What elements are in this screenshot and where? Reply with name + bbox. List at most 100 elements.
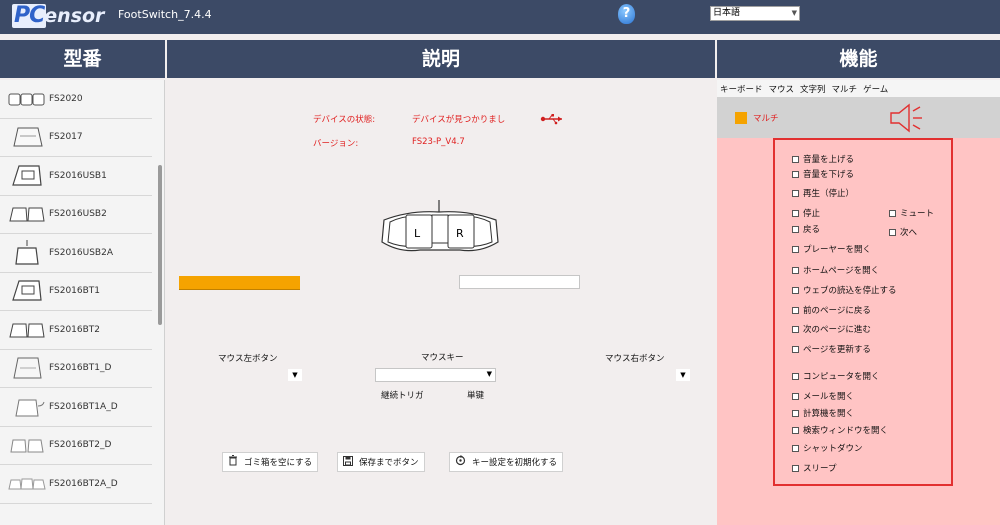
- checkbox[interactable]: [792, 372, 799, 380]
- speaker-icon: [889, 102, 925, 137]
- option-sleep[interactable]: スリープ: [792, 462, 837, 474]
- checkbox[interactable]: [792, 409, 799, 417]
- checkbox[interactable]: [792, 464, 799, 472]
- option-label: プレーヤーを開く: [803, 245, 872, 255]
- option-prev-page[interactable]: 前のページに戻る: [792, 304, 871, 316]
- checkbox[interactable]: [792, 155, 799, 163]
- option-label: スリープ: [803, 464, 837, 474]
- pedal-illustration: L R: [380, 198, 502, 261]
- trash-icon: [228, 455, 238, 469]
- option-back[interactable]: 戻る: [792, 223, 820, 235]
- tab-text[interactable]: 文字列: [800, 83, 826, 95]
- checkbox[interactable]: [792, 345, 799, 353]
- left-pedal-indicator: [179, 276, 300, 290]
- pedal-left-letter: L: [414, 227, 421, 240]
- right-mapping-label: マウス右ボタン: [605, 354, 665, 364]
- save-button[interactable]: 保存までボタン: [337, 452, 425, 472]
- reset-icon: [455, 455, 466, 469]
- option-next[interactable]: 次へ: [889, 226, 917, 238]
- help-icon[interactable]: ?: [618, 4, 635, 24]
- option-stop[interactable]: 停止: [792, 207, 820, 219]
- model-item-fs2017[interactable]: FS2017: [0, 119, 152, 157]
- title-bar: PC ensor FootSwitch_7.4.4 ? 日本語 ▼: [0, 0, 1000, 34]
- option-volume-up[interactable]: 音量を上げる: [792, 153, 854, 165]
- checkbox[interactable]: [792, 306, 799, 314]
- model-header: 型番: [0, 40, 165, 78]
- model-item-fs2016bt2[interactable]: FS2016BT2: [0, 311, 152, 350]
- reset-keys-button[interactable]: キー設定を初期化する: [449, 452, 564, 472]
- tab-multi[interactable]: マルチ: [832, 83, 858, 95]
- option-open-computer[interactable]: コンピュータを開く: [792, 370, 880, 382]
- checkbox[interactable]: [889, 209, 896, 217]
- option-label: ホームページを開く: [803, 266, 880, 276]
- option-mute[interactable]: ミュート: [889, 207, 934, 219]
- option-label: ページを更新する: [803, 345, 871, 355]
- option-label: 前のページに戻る: [803, 306, 871, 316]
- checkbox[interactable]: [792, 245, 799, 253]
- checkbox[interactable]: [792, 170, 799, 178]
- option-open-player[interactable]: プレーヤーを開く: [792, 243, 871, 255]
- tab-game[interactable]: ゲーム: [863, 83, 888, 95]
- tab-mouse[interactable]: マウス: [769, 83, 795, 95]
- model-item-fs2016bt1a-d[interactable]: FS2016BT1A_D: [0, 388, 152, 427]
- model-item-fs2016usb1[interactable]: FS2016USB1: [0, 157, 152, 196]
- checkbox[interactable]: [792, 266, 799, 274]
- option-label: 停止: [803, 209, 821, 219]
- option-label: シャットダウン: [803, 444, 863, 454]
- wired-pedal-icon: [8, 394, 46, 420]
- checkbox[interactable]: [792, 209, 799, 217]
- model-item-fs2020[interactable]: FS2020: [0, 80, 152, 119]
- single-pedal-icon: [8, 124, 46, 150]
- save-label: 保存までボタン: [359, 458, 419, 468]
- option-open-search[interactable]: 検索ウィンドウを開く: [792, 424, 888, 436]
- model-item-fs2016bt2-d[interactable]: FS2016BT2_D: [0, 427, 152, 465]
- tab-keyboard[interactable]: キーボード: [720, 83, 763, 95]
- checkbox[interactable]: [792, 426, 799, 434]
- middle-mapping-dropdown[interactable]: ▼: [375, 368, 496, 382]
- option-label: ミュート: [900, 209, 935, 219]
- right-mapping-dropdown[interactable]: ▼: [676, 369, 690, 381]
- model-label: FS2016USB1: [49, 170, 107, 181]
- left-mapping-dropdown[interactable]: ▼: [288, 369, 302, 381]
- empty-trash-button[interactable]: ゴミ箱を空にする: [222, 452, 319, 472]
- option-stop-web[interactable]: ウェブの読込を停止する: [792, 284, 897, 296]
- option-shutdown[interactable]: シャットダウン: [792, 442, 863, 454]
- logo-rest: ensor: [44, 5, 105, 27]
- model-label: FS2017: [49, 132, 83, 143]
- model-label: FS2016BT2_D: [49, 440, 112, 451]
- option-refresh[interactable]: ページを更新する: [792, 343, 871, 355]
- checkbox[interactable]: [792, 444, 799, 452]
- checkbox[interactable]: [792, 189, 799, 197]
- reset-keys-label: キー設定を初期化する: [472, 458, 558, 468]
- option-volume-down[interactable]: 音量を下げる: [792, 168, 854, 180]
- option-open-calculator[interactable]: 計算機を開く: [792, 407, 854, 419]
- checkbox[interactable]: [792, 325, 799, 333]
- model-item-fs2016bt2a-d[interactable]: FS2016BT2A_D: [0, 465, 152, 504]
- option-label: 音量を上げる: [803, 155, 855, 165]
- option-open-homepage[interactable]: ホームページを開く: [792, 264, 879, 276]
- option-label: メールを開く: [803, 392, 855, 402]
- checkbox[interactable]: [792, 225, 799, 233]
- device-state-label: デバイスの状態:: [313, 115, 376, 125]
- function-panel: キーボード マウス 文字列 マルチ ゲーム マルチ 音量を上げる 音量を下げる …: [717, 80, 1000, 525]
- option-play[interactable]: 再生（停止）: [792, 187, 854, 199]
- single-key-label: 単键: [467, 391, 485, 401]
- model-label: FS2016USB2A: [49, 247, 113, 258]
- triple-pedal-icon: [8, 471, 46, 497]
- model-item-fs2016bt1-d[interactable]: FS2016BT1_D: [0, 350, 152, 388]
- model-list: FS2020 FS2017 FS2016USB1 FS2016USB2 FS20…: [0, 80, 165, 525]
- model-list-scrollbar[interactable]: [158, 165, 162, 325]
- checkbox[interactable]: [792, 286, 799, 294]
- model-item-fs2016bt1[interactable]: FS2016BT1: [0, 273, 152, 311]
- checkbox[interactable]: [889, 228, 896, 236]
- language-select[interactable]: 日本語 ▼: [710, 6, 800, 21]
- option-open-mail[interactable]: メールを開く: [792, 390, 854, 402]
- option-label: 計算機を開く: [803, 409, 855, 419]
- wired-pedal-icon: [8, 239, 46, 266]
- single-pedal-icon: [8, 355, 46, 381]
- option-next-page[interactable]: 次のページに進む: [792, 323, 871, 335]
- model-item-fs2016usb2[interactable]: FS2016USB2: [0, 196, 152, 234]
- chevron-down-icon: ▼: [791, 9, 797, 17]
- checkbox[interactable]: [792, 392, 799, 400]
- model-item-fs2016usb2a[interactable]: FS2016USB2A: [0, 234, 152, 273]
